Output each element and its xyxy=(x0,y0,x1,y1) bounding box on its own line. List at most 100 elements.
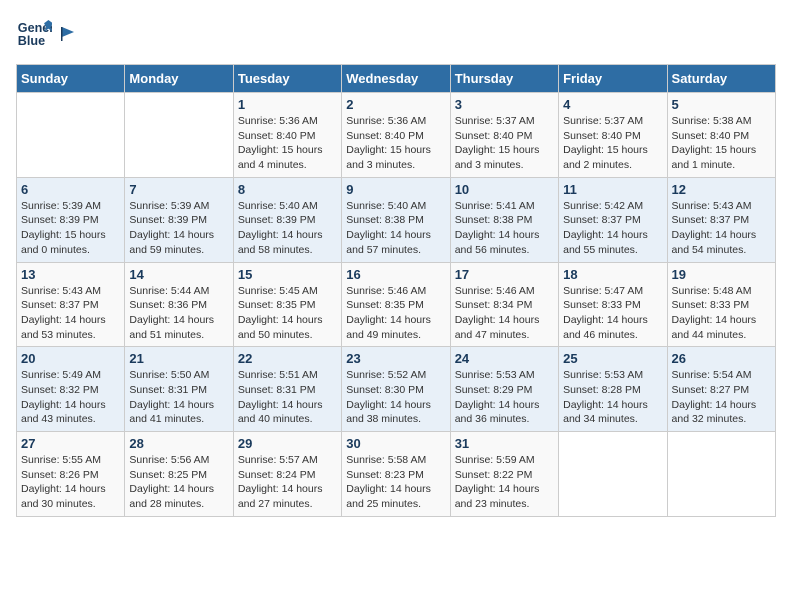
calendar-header-monday: Monday xyxy=(125,65,233,93)
day-number: 9 xyxy=(346,182,445,197)
calendar-cell: 11 Sunrise: 5:42 AMSunset: 8:37 PMDayligh… xyxy=(559,177,667,262)
calendar-cell: 5 Sunrise: 5:38 AMSunset: 8:40 PMDaylight… xyxy=(667,93,775,178)
calendar-cell: 18Sunrise: 5:47 AMSunset: 8:33 PMDayligh… xyxy=(559,262,667,347)
day-number: 8 xyxy=(238,182,337,197)
calendar-cell: 24 Sunrise: 5:53 AMSunset: 8:29 PMDayligh… xyxy=(450,347,558,432)
day-info: Sunrise: 5:39 AMSunset: 8:39 PMDaylight:… xyxy=(21,199,120,258)
day-number: 2 xyxy=(346,97,445,112)
calendar-cell: 16Sunrise: 5:46 AMSunset: 8:35 PMDayligh… xyxy=(342,262,450,347)
day-number: 20 xyxy=(21,351,120,366)
day-number: 23 xyxy=(346,351,445,366)
calendar-cell xyxy=(125,93,233,178)
calendar-cell: 7 Sunrise: 5:39 AMSunset: 8:39 PMDaylight… xyxy=(125,177,233,262)
day-info: Sunrise: 5:59 AMSunset: 8:22 PMDaylight:… xyxy=(455,453,554,512)
calendar-header-sunday: Sunday xyxy=(17,65,125,93)
day-info: Sunrise: 5:52 AMSunset: 8:30 PMDaylight:… xyxy=(346,368,445,427)
day-info: Sunrise: 5:43 AMSunset: 8:37 PMDaylight:… xyxy=(672,199,771,258)
calendar-week-2: 6 Sunrise: 5:39 AMSunset: 8:39 PMDaylight… xyxy=(17,177,776,262)
calendar-cell xyxy=(559,432,667,517)
logo-icon: General Blue xyxy=(16,16,52,52)
calendar-cell: 22 Sunrise: 5:51 AMSunset: 8:31 PMDayligh… xyxy=(233,347,341,432)
calendar-header-saturday: Saturday xyxy=(667,65,775,93)
calendar-cell: 30 Sunrise: 5:58 AMSunset: 8:23 PMDayligh… xyxy=(342,432,450,517)
day-info: Sunrise: 5:55 AMSunset: 8:26 PMDaylight:… xyxy=(21,453,120,512)
day-info: Sunrise: 5:58 AMSunset: 8:23 PMDaylight:… xyxy=(346,453,445,512)
day-number: 16 xyxy=(346,267,445,282)
day-info: Sunrise: 5:48 AMSunset: 8:33 PMDaylight:… xyxy=(672,284,771,343)
day-info: Sunrise: 5:40 AMSunset: 8:38 PMDaylight:… xyxy=(346,199,445,258)
day-info: Sunrise: 5:36 AMSunset: 8:40 PMDaylight:… xyxy=(238,114,337,173)
calendar-cell: 26 Sunrise: 5:54 AMSunset: 8:27 PMDayligh… xyxy=(667,347,775,432)
day-number: 29 xyxy=(238,436,337,451)
day-number: 26 xyxy=(672,351,771,366)
day-info: Sunrise: 5:53 AMSunset: 8:28 PMDaylight:… xyxy=(563,368,662,427)
day-number: 12 xyxy=(672,182,771,197)
calendar-cell: 28 Sunrise: 5:56 AMSunset: 8:25 PMDayligh… xyxy=(125,432,233,517)
day-number: 1 xyxy=(238,97,337,112)
day-number: 24 xyxy=(455,351,554,366)
calendar-cell: 3 Sunrise: 5:37 AMSunset: 8:40 PMDaylight… xyxy=(450,93,558,178)
day-info: Sunrise: 5:51 AMSunset: 8:31 PMDaylight:… xyxy=(238,368,337,427)
calendar-week-5: 27 Sunrise: 5:55 AMSunset: 8:26 PMDayligh… xyxy=(17,432,776,517)
day-number: 28 xyxy=(129,436,228,451)
day-info: Sunrise: 5:39 AMSunset: 8:39 PMDaylight:… xyxy=(129,199,228,258)
day-number: 5 xyxy=(672,97,771,112)
day-info: Sunrise: 5:38 AMSunset: 8:40 PMDaylight:… xyxy=(672,114,771,173)
calendar-cell: 1 Sunrise: 5:36 AMSunset: 8:40 PMDaylight… xyxy=(233,93,341,178)
calendar-header-friday: Friday xyxy=(559,65,667,93)
calendar-table: SundayMondayTuesdayWednesdayThursdayFrid… xyxy=(16,64,776,517)
day-info: Sunrise: 5:37 AMSunset: 8:40 PMDaylight:… xyxy=(455,114,554,173)
calendar-cell: 8Sunrise: 5:40 AMSunset: 8:39 PMDaylight… xyxy=(233,177,341,262)
calendar-week-3: 13Sunrise: 5:43 AMSunset: 8:37 PMDayligh… xyxy=(17,262,776,347)
calendar-cell: 25 Sunrise: 5:53 AMSunset: 8:28 PMDayligh… xyxy=(559,347,667,432)
day-info: Sunrise: 5:45 AMSunset: 8:35 PMDaylight:… xyxy=(238,284,337,343)
calendar-cell: 14Sunrise: 5:44 AMSunset: 8:36 PMDayligh… xyxy=(125,262,233,347)
calendar-cell: 9 Sunrise: 5:40 AMSunset: 8:38 PMDaylight… xyxy=(342,177,450,262)
calendar-cell: 23 Sunrise: 5:52 AMSunset: 8:30 PMDayligh… xyxy=(342,347,450,432)
calendar-header-thursday: Thursday xyxy=(450,65,558,93)
calendar-cell: 6 Sunrise: 5:39 AMSunset: 8:39 PMDaylight… xyxy=(17,177,125,262)
day-number: 19 xyxy=(672,267,771,282)
day-number: 17 xyxy=(455,267,554,282)
day-number: 31 xyxy=(455,436,554,451)
calendar-cell: 10Sunrise: 5:41 AMSunset: 8:38 PMDayligh… xyxy=(450,177,558,262)
calendar-cell: 20Sunrise: 5:49 AMSunset: 8:32 PMDayligh… xyxy=(17,347,125,432)
day-number: 25 xyxy=(563,351,662,366)
logo: General Blue xyxy=(16,16,76,52)
day-info: Sunrise: 5:50 AMSunset: 8:31 PMDaylight:… xyxy=(129,368,228,427)
day-info: Sunrise: 5:43 AMSunset: 8:37 PMDaylight:… xyxy=(21,284,120,343)
calendar-header-row: SundayMondayTuesdayWednesdayThursdayFrid… xyxy=(17,65,776,93)
calendar-cell: 13Sunrise: 5:43 AMSunset: 8:37 PMDayligh… xyxy=(17,262,125,347)
day-number: 21 xyxy=(129,351,228,366)
calendar-cell: 12 Sunrise: 5:43 AMSunset: 8:37 PMDayligh… xyxy=(667,177,775,262)
day-number: 30 xyxy=(346,436,445,451)
calendar-cell: 19 Sunrise: 5:48 AMSunset: 8:33 PMDayligh… xyxy=(667,262,775,347)
day-number: 6 xyxy=(21,182,120,197)
day-number: 22 xyxy=(238,351,337,366)
day-info: Sunrise: 5:37 AMSunset: 8:40 PMDaylight:… xyxy=(563,114,662,173)
calendar-cell: 17Sunrise: 5:46 AMSunset: 8:34 PMDayligh… xyxy=(450,262,558,347)
day-info: Sunrise: 5:53 AMSunset: 8:29 PMDaylight:… xyxy=(455,368,554,427)
day-info: Sunrise: 5:54 AMSunset: 8:27 PMDaylight:… xyxy=(672,368,771,427)
day-number: 27 xyxy=(21,436,120,451)
calendar-week-4: 20Sunrise: 5:49 AMSunset: 8:32 PMDayligh… xyxy=(17,347,776,432)
calendar-cell: 27 Sunrise: 5:55 AMSunset: 8:26 PMDayligh… xyxy=(17,432,125,517)
calendar-cell: 2Sunrise: 5:36 AMSunset: 8:40 PMDaylight… xyxy=(342,93,450,178)
svg-text:Blue: Blue xyxy=(18,34,45,48)
day-number: 4 xyxy=(563,97,662,112)
calendar-cell: 4 Sunrise: 5:37 AMSunset: 8:40 PMDaylight… xyxy=(559,93,667,178)
day-info: Sunrise: 5:56 AMSunset: 8:25 PMDaylight:… xyxy=(129,453,228,512)
day-number: 18 xyxy=(563,267,662,282)
day-number: 10 xyxy=(455,182,554,197)
day-info: Sunrise: 5:44 AMSunset: 8:36 PMDaylight:… xyxy=(129,284,228,343)
calendar-cell: 15Sunrise: 5:45 AMSunset: 8:35 PMDayligh… xyxy=(233,262,341,347)
day-number: 3 xyxy=(455,97,554,112)
page-header: General Blue xyxy=(16,16,776,52)
calendar-header-tuesday: Tuesday xyxy=(233,65,341,93)
calendar-body: 1 Sunrise: 5:36 AMSunset: 8:40 PMDaylight… xyxy=(17,93,776,517)
day-info: Sunrise: 5:42 AMSunset: 8:37 PMDaylight:… xyxy=(563,199,662,258)
logo-flag-icon xyxy=(58,25,76,43)
day-number: 7 xyxy=(129,182,228,197)
day-info: Sunrise: 5:57 AMSunset: 8:24 PMDaylight:… xyxy=(238,453,337,512)
day-number: 11 xyxy=(563,182,662,197)
